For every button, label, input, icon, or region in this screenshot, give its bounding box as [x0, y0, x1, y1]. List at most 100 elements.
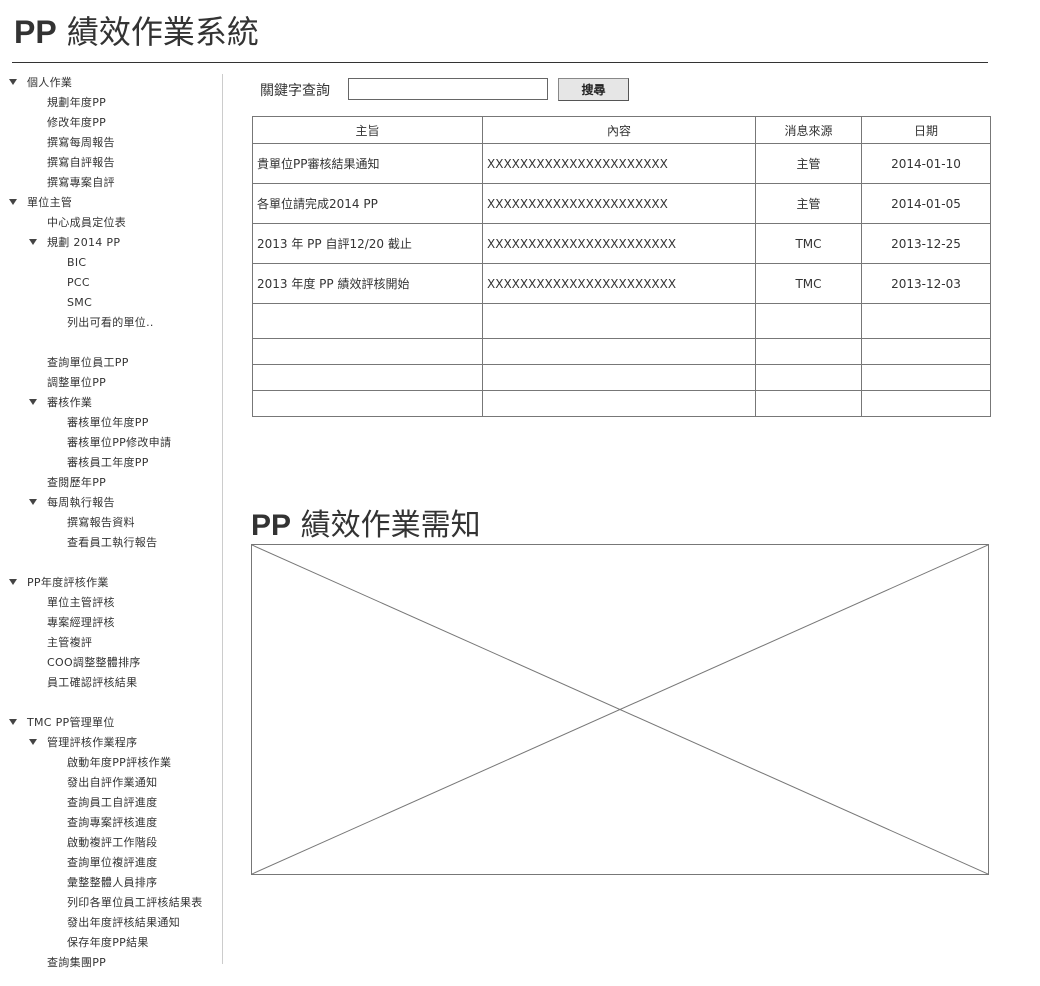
sidebar-item[interactable]: 列出可看的單位..	[67, 313, 154, 333]
sidebar-item-label: 審核作業	[47, 396, 93, 409]
sidebar-item-label: 發出自評作業通知	[67, 776, 158, 789]
sidebar-item[interactable]: 中心成員定位表	[47, 213, 126, 233]
cell-source: TMC	[755, 223, 862, 264]
sidebar-item[interactable]: 查詢單位員工PP	[47, 353, 129, 373]
page-title-prefix: PP	[14, 14, 57, 50]
sidebar-item-label: 管理評核作業程序	[47, 736, 138, 749]
search-input[interactable]	[348, 78, 548, 100]
empty-cell	[755, 364, 862, 391]
empty-cell	[755, 338, 862, 365]
sidebar-item[interactable]: 撰寫自評報告	[47, 153, 115, 173]
expand-triangle-icon[interactable]	[9, 719, 17, 725]
expand-triangle-icon[interactable]	[9, 79, 17, 85]
sidebar-item-label: 彙整整體人員排序	[67, 876, 158, 889]
cell-date: 2013-12-25	[861, 223, 991, 264]
sidebar-item[interactable]: 專案經理評核	[47, 613, 115, 633]
cell-source: 主管	[755, 143, 862, 184]
expand-triangle-icon[interactable]	[9, 199, 17, 205]
cell-content: XXXXXXXXXXXXXXXXXXXXXX	[482, 143, 756, 184]
sidebar-item-label: 中心成員定位表	[47, 216, 127, 229]
sidebar-item-label: BIC	[67, 256, 87, 269]
sidebar-item[interactable]: 保存年度PP結果	[67, 933, 149, 953]
expand-triangle-icon[interactable]	[29, 739, 37, 745]
sidebar-item-label: TMC PP管理單位	[27, 716, 115, 729]
sidebar-item[interactable]: 查詢集團PP	[47, 953, 106, 973]
expand-triangle-icon[interactable]	[29, 399, 37, 405]
sidebar-item[interactable]: 查詢專案評核進度	[67, 813, 157, 833]
search-button[interactable]: 搜尋	[558, 78, 629, 101]
sidebar-item[interactable]: 發出年度評核結果通知	[67, 913, 180, 933]
table-row[interactable]: 2013 年度 PP 績效評核開始 XXXXXXXXXXXXXXXXXXXXXX…	[252, 263, 991, 304]
sidebar-item[interactable]: 查詢單位複評進度	[67, 853, 157, 873]
sidebar-item[interactable]: 審核作業	[29, 393, 93, 413]
sidebar-item[interactable]: 彙整整體人員排序	[67, 873, 157, 893]
sidebar-item-label: 撰寫每周報告	[47, 136, 115, 149]
sidebar-item[interactable]: 查詢員工自評進度	[67, 793, 157, 813]
cell-source: 主管	[755, 183, 862, 224]
sidebar-item[interactable]: COO調整整體排序	[47, 653, 141, 673]
sidebar-item-label: 修改年度PP	[47, 116, 107, 129]
sidebar-item[interactable]: 員工確認評核結果	[47, 673, 137, 693]
sidebar-item[interactable]: 撰寫專案自評	[47, 173, 115, 193]
sidebar-item[interactable]: 主管複評	[47, 633, 92, 653]
cell-content: XXXXXXXXXXXXXXXXXXXXXXX	[482, 223, 756, 264]
sidebar-item-label: 個人作業	[27, 76, 73, 89]
empty-cell	[482, 390, 756, 417]
sidebar-item[interactable]: TMC PP管理單位	[9, 713, 115, 733]
table-row-empty	[252, 303, 991, 339]
sidebar-item[interactable]: 單位主管	[9, 193, 72, 213]
cell-date: 2014-01-10	[861, 143, 991, 184]
expand-triangle-icon[interactable]	[29, 499, 37, 505]
table-row[interactable]: 各單位請完成2014 PP XXXXXXXXXXXXXXXXXXXXXX 主管 …	[252, 183, 991, 224]
table-row[interactable]: 2013 年 PP 自評12/20 截止 XXXXXXXXXXXXXXXXXXX…	[252, 223, 991, 264]
sidebar-item[interactable]: 個人作業	[9, 73, 73, 93]
sidebar-item[interactable]: BIC	[67, 253, 86, 273]
sidebar-item[interactable]: 審核單位PP修改申請	[67, 433, 171, 453]
sidebar-item-label: 審核單位PP修改申請	[67, 436, 172, 449]
sidebar-item[interactable]: 啟動年度PP評核作業	[67, 753, 171, 773]
sidebar-item-label: 撰寫專案自評	[47, 176, 115, 189]
sidebar-item[interactable]: 查閱歷年PP	[47, 473, 106, 493]
sidebar-item-label: 查詢單位員工PP	[47, 356, 129, 369]
sidebar-item-label: 列出可看的單位..	[67, 316, 154, 329]
empty-cell	[861, 338, 991, 365]
search-label: 關鍵字查詢	[260, 83, 330, 99]
sidebar-item[interactable]: PP年度評核作業	[9, 573, 109, 593]
sidebar-item-label: 每周執行報告	[47, 496, 115, 509]
sidebar-item[interactable]: 調整單位PP	[47, 373, 106, 393]
sidebar-item[interactable]: 啟動複評工作階段	[67, 833, 157, 853]
sidebar-item[interactable]: 查看員工執行報告	[67, 533, 157, 553]
sidebar-item[interactable]: 撰寫每周報告	[47, 133, 115, 153]
cell-subject: 各單位請完成2014 PP	[252, 183, 483, 224]
table-header-row: 主旨 內容 消息來源 日期	[252, 116, 991, 144]
table-row[interactable]: 貴單位PP審核結果通知 XXXXXXXXXXXXXXXXXXXXXX 主管 20…	[252, 143, 991, 184]
sidebar-item[interactable]: 單位主管評核	[47, 593, 115, 613]
sidebar-item-label: 撰寫自評報告	[47, 156, 115, 169]
sidebar-item[interactable]: 規劃年度PP	[47, 93, 106, 113]
sidebar-item[interactable]: 每周執行報告	[29, 493, 115, 513]
sidebar-item[interactable]: 規劃 2014 PP	[29, 233, 120, 253]
sidebar-item[interactable]: PCC	[67, 273, 90, 293]
sidebar-item[interactable]: 撰寫報告資料	[67, 513, 135, 533]
empty-cell	[252, 303, 483, 339]
sidebar-item[interactable]: 審核員工年度PP	[67, 453, 149, 473]
cell-subject: 2013 年 PP 自評12/20 截止	[252, 223, 483, 264]
sidebar-item[interactable]: 列印各單位員工評核結果表	[67, 893, 203, 913]
sidebar-item-label: 啟動複評工作階段	[67, 836, 158, 849]
expand-triangle-icon[interactable]	[9, 579, 17, 585]
empty-cell	[755, 390, 862, 417]
sidebar-item-label: SMC	[67, 296, 93, 309]
table-row-empty	[252, 390, 991, 417]
sidebar-item[interactable]: SMC	[67, 293, 92, 313]
sidebar-item-label: 專案經理評核	[47, 616, 115, 629]
sidebar-item-label: 查看員工執行報告	[67, 536, 158, 549]
cell-content: XXXXXXXXXXXXXXXXXXXXXXX	[482, 263, 756, 304]
sidebar-item[interactable]: 管理評核作業程序	[29, 733, 138, 753]
sidebar-item[interactable]: 修改年度PP	[47, 113, 106, 133]
expand-triangle-icon[interactable]	[29, 239, 37, 245]
sidebar-item-label: 查詢單位複評進度	[67, 856, 158, 869]
sidebar-item[interactable]: 審核單位年度PP	[67, 413, 149, 433]
empty-cell	[482, 364, 756, 391]
sidebar-item[interactable]: 發出自評作業通知	[67, 773, 157, 793]
sidebar-item-label: 審核單位年度PP	[67, 416, 149, 429]
